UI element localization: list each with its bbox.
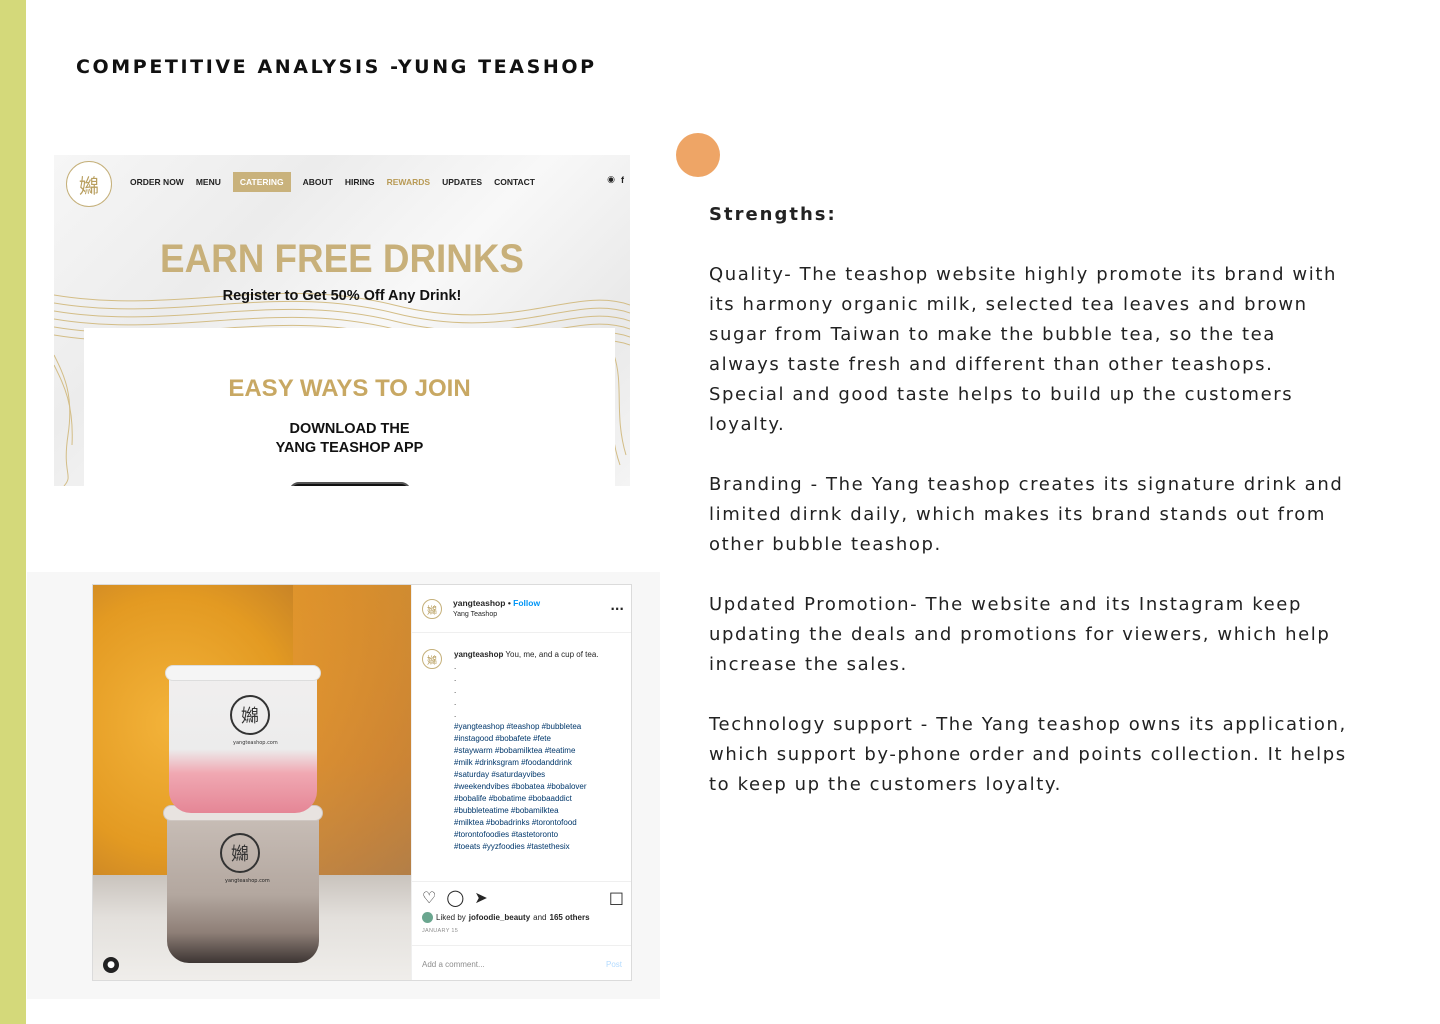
join-title: EASY WAYS TO JOIN — [228, 375, 471, 402]
bookmark-icon[interactable]: □ — [609, 888, 624, 907]
site-navigation: 嬵 ORDER NOW MENU CATERING ABOUT HIRING R… — [54, 155, 630, 207]
post-caption: yangteashop You, me, and a cup of tea. .… — [454, 649, 626, 853]
caption-dot: . — [454, 662, 457, 671]
instagram-post: 嬵 嬵 yangteashop.com yangteashop.com ● 嬵 … — [92, 584, 632, 981]
caption-avatar[interactable]: 嬵 — [422, 649, 442, 669]
cup-url: yangteashop.com — [225, 878, 270, 884]
hashtags: #yangteashop #teashop #bubbletea #instag… — [454, 721, 626, 853]
post-header: 嬵 yangteashop • Follow Yang Teashop ... — [412, 585, 631, 633]
instagram-icon[interactable]: ◉ — [607, 175, 615, 185]
heart-icon[interactable]: ♡ — [422, 888, 436, 907]
comment-icon[interactable]: ◯ — [446, 888, 464, 907]
comment-input[interactable]: Add a comment... — [422, 960, 485, 969]
follow-button[interactable]: Follow — [513, 598, 540, 608]
orange-accent-dot — [676, 133, 720, 177]
hashtag-line[interactable]: #instagood #bobafete #fete — [454, 733, 626, 745]
page-title: COMPETITIVE ANALYSIS -YUNG TEASHOP — [76, 56, 597, 78]
post-comment-button[interactable]: Post — [606, 960, 622, 969]
yang-teashop-logo-icon[interactable]: 嬵 — [66, 161, 112, 207]
website-screenshot: 嬵 ORDER NOW MENU CATERING ABOUT HIRING R… — [54, 155, 630, 486]
share-icon[interactable]: ➤ — [474, 888, 487, 907]
strength-quality: Quality- The teashop website highly prom… — [709, 264, 1338, 435]
liked-user[interactable]: jofoodie_beauty — [469, 913, 530, 922]
cup-lid-top — [165, 665, 321, 681]
join-card: EASY WAYS TO JOIN DOWNLOAD THE YANG TEAS… — [84, 328, 615, 486]
analysis-text: Strengths: Quality- The teashop website … — [709, 200, 1349, 830]
cup-url: yangteashop.com — [233, 740, 278, 746]
liker-avatar[interactable] — [422, 912, 433, 923]
user-tag-icon[interactable]: ● — [103, 957, 119, 973]
nav-contact[interactable]: CONTACT — [488, 174, 541, 190]
strengths-heading: Strengths: — [709, 204, 837, 225]
hashtag-line[interactable]: #milk #drinksgram #foodanddrink — [454, 757, 626, 769]
post-user-line: yangteashop • Follow — [453, 598, 540, 608]
join-step-line2: YANG TEASHOP APP — [275, 440, 424, 456]
nav-updates[interactable]: UPDATES — [436, 174, 488, 190]
hashtag-line[interactable]: #torontofoodies #tastetoronto — [454, 829, 626, 841]
nav-hiring[interactable]: HIRING — [339, 174, 381, 190]
strength-branding: Branding - The Yang teashop creates its … — [709, 474, 1344, 555]
liked-others[interactable]: 165 others — [550, 913, 590, 922]
likes-summary: Liked by jofoodie_beauty and 165 others — [422, 912, 590, 923]
join-step: DOWNLOAD THE YANG TEASHOP APP — [84, 420, 615, 458]
hashtag-line[interactable]: #staywarm #bobamilktea #teatime — [454, 745, 626, 757]
caption-dot: . — [454, 674, 457, 683]
hashtag-line[interactable]: #yangteashop #teashop #bubbletea — [454, 721, 626, 733]
post-date: JANUARY 15 — [422, 928, 459, 934]
hashtag-line[interactable]: #bobalife #bobatime #bobaaddict — [454, 793, 626, 805]
nav-menu[interactable]: MENU — [190, 174, 227, 190]
app-store-button[interactable] — [289, 482, 411, 486]
caption-dot: . — [454, 686, 457, 695]
more-options-icon[interactable]: ... — [610, 599, 624, 613]
hashtag-line[interactable]: #toeats #yyzfoodies #tastethesix — [454, 841, 626, 853]
nav-rewards[interactable]: REWARDS — [381, 174, 436, 190]
liked-and: and — [533, 913, 547, 922]
follow-separator: • — [507, 598, 511, 608]
caption-text: You, me, and a cup of tea. — [505, 650, 599, 659]
post-location: Yang Teashop — [453, 611, 498, 618]
liked-prefix: Liked by — [436, 913, 466, 922]
hashtag-line[interactable]: #milktea #bobadrinks #torontofood — [454, 817, 626, 829]
nav-order-now[interactable]: ORDER NOW — [124, 174, 190, 190]
hero-title: EARN FREE DRINKS — [160, 237, 524, 281]
nav-about[interactable]: ABOUT — [297, 174, 339, 190]
caption-dot: . — [454, 698, 457, 707]
hashtag-line[interactable]: #weekendvibes #bobatea #bobalover — [454, 781, 626, 793]
post-actions: ♡ ◯ ➤ □ Liked by jofoodie_beauty and 165… — [412, 881, 631, 945]
strength-promotion: Updated Promotion- The website and its I… — [709, 594, 1331, 675]
hashtag-line[interactable]: #saturday #saturdayvibes — [454, 769, 626, 781]
facebook-icon[interactable]: f — [621, 175, 624, 185]
post-photo: 嬵 嬵 yangteashop.com yangteashop.com ● — [93, 585, 411, 980]
caption-dot: . — [454, 710, 457, 719]
comment-bar: Add a comment... Post — [412, 945, 631, 980]
cup-logo-icon: 嬵 — [230, 695, 270, 735]
hero-subtitle: Register to Get 50% Off Any Drink! — [222, 288, 462, 304]
strength-technology: Technology support - The Yang teashop ow… — [709, 714, 1347, 795]
left-accent-stripe — [0, 0, 26, 1024]
cup-logo-icon: 嬵 — [220, 833, 260, 873]
join-step-line1: DOWNLOAD THE — [289, 421, 410, 437]
caption-username[interactable]: yangteashop — [454, 650, 503, 659]
nav-catering[interactable]: CATERING — [232, 172, 291, 192]
post-sidebar: 嬵 yangteashop • Follow Yang Teashop ... … — [411, 585, 631, 980]
hashtag-line[interactable]: #bubbleteatime #bobamilktea — [454, 805, 626, 817]
avatar[interactable]: 嬵 — [422, 599, 442, 619]
post-username[interactable]: yangteashop — [453, 598, 505, 608]
